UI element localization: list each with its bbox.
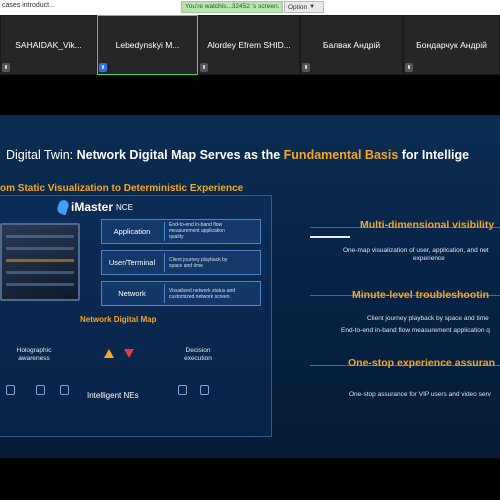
tab-title[interactable]: cases introduct... (2, 2, 55, 9)
shared-screen: Digital Twin: Network Digital Map Serves… (0, 115, 500, 458)
mic-muted-icon (302, 63, 310, 72)
option-button[interactable]: Option ▼ (284, 1, 324, 13)
visibility-text-2: experience (413, 255, 445, 262)
layer-desc: Client journey playback by space and tim… (164, 253, 258, 272)
slide-subtitle: om Static Visualization to Deterministic… (0, 183, 244, 194)
participant-tile[interactable]: Бондарчук Андрій (403, 15, 500, 75)
brand-name: iMaster (71, 200, 114, 214)
mic-muted-icon (405, 63, 413, 72)
title-prefix: Digital Twin: (6, 148, 77, 162)
mic-icon (99, 63, 107, 72)
participant-tile-active-speaker[interactable]: Lebedynskyi M... (97, 15, 198, 75)
layer-application: Application End-to-end in-band flow meas… (101, 219, 261, 244)
participant-tile[interactable]: Балвак Андрій (300, 15, 403, 75)
participant-name: Балвак Андрій (322, 40, 381, 50)
layer-name: Network (118, 289, 146, 298)
top-bar: cases introduct... You're watchis...3245… (0, 0, 500, 15)
slide-title: Digital Twin: Network Digital Map Serves… (6, 148, 469, 162)
mic-muted-icon (2, 63, 10, 72)
participant-name: Бондарчук Андрій (416, 40, 487, 50)
brand-sub: NCE (116, 202, 133, 212)
title-main: Network Digital Map Serves as the (76, 148, 284, 162)
participant-tile[interactable]: SAHAIDAK_Vik... (0, 15, 97, 75)
layer-desc: Visualized network status and customized… (164, 284, 258, 303)
participant-name: Alordey Efrem SHID... (207, 40, 291, 50)
network-element-icon (60, 385, 69, 395)
option-label: Option (288, 3, 308, 11)
layer-name: Application (113, 227, 151, 236)
troubleshooting-text-2: End-to-end in-band flow measurement appl… (341, 327, 490, 334)
desc-line: space and time (169, 263, 203, 269)
chevron-down-icon: ▼ (309, 4, 316, 10)
network-element-icon (6, 385, 15, 395)
layer-desc: End-to-end in-band flow measurement appl… (164, 222, 258, 241)
participant-strip: SAHAIDAK_Vik... Lebedynskyi M... Alordey… (0, 15, 500, 75)
network-element-icon (200, 385, 209, 395)
video-letterbox-top (0, 75, 500, 115)
imaster-brand: iMaster NCE (55, 198, 133, 216)
assurance-text-1: One-stop assurance for VIP users and vid… (349, 391, 491, 398)
assurance-heading: One-stop experience assuran (348, 357, 496, 369)
title-suffix: for Intellige (398, 148, 470, 162)
network-element-icon (36, 385, 45, 395)
layer-network: Network Visualized network status and cu… (101, 281, 261, 306)
arrow-down-icon (124, 349, 134, 358)
participant-tile[interactable]: Alordey Efrem SHID... (198, 15, 300, 75)
troubleshooting-text-1: Client journey playback by space and tim… (367, 315, 489, 322)
layer-name: User/Terminal (108, 258, 156, 267)
arrow-up-icon (104, 349, 114, 358)
title-highlight: Fundamental Basis (283, 148, 399, 162)
holographic-awareness-label: Holographic awareness (16, 347, 52, 362)
network-digital-map-label: Network Digital Map (80, 315, 157, 324)
intelligent-nes-label: Intelligent NEs (87, 391, 139, 400)
mic-muted-icon (200, 63, 208, 72)
multi-dimensional-visibility-heading: Multi-dimensional visibility (360, 219, 495, 231)
desc-line: quality (169, 234, 184, 240)
video-letterbox-bottom (0, 458, 500, 500)
participant-name: Lebedynskyi M... (115, 40, 180, 50)
imaster-logo-icon (55, 198, 71, 216)
network-map-screenshot (0, 223, 80, 301)
divider-highlight (310, 236, 350, 238)
participant-name: SAHAIDAK_Vik... (15, 40, 82, 50)
troubleshooting-heading: Minute-level troubleshootin (352, 289, 490, 301)
network-element-icon (178, 385, 187, 395)
layer-user-terminal: User/Terminal Client journey playback by… (101, 250, 261, 275)
screen-share-banner: You're watchis...32452 's screen. (181, 1, 283, 13)
desc-line: customized network screen (169, 294, 230, 300)
decision-execution-label: Decision execution (184, 347, 212, 362)
